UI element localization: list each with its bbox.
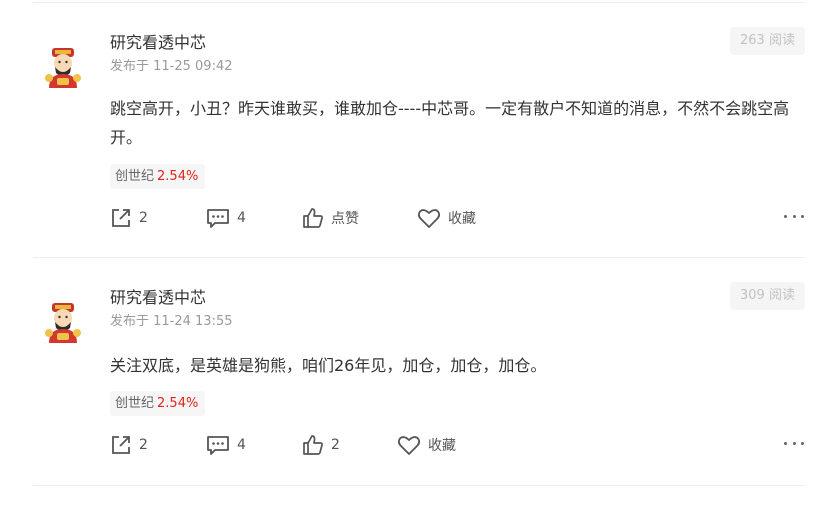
comment-icon xyxy=(207,436,229,455)
comment-count: 4 xyxy=(237,210,246,226)
stock-tag[interactable]: 创世纪 2.54% xyxy=(110,391,206,416)
like-icon xyxy=(303,435,323,455)
share-icon xyxy=(112,209,130,227)
share-count: 2 xyxy=(139,437,148,453)
like-label: 点赞 xyxy=(331,211,359,227)
like-button[interactable]: 2 xyxy=(302,432,340,458)
action-bar: 2 4 点赞 收藏 xyxy=(0,205,839,231)
stock-change: 2.54% xyxy=(157,396,199,411)
collect-button[interactable]: 收藏 xyxy=(397,432,456,458)
more-button[interactable] xyxy=(784,212,804,220)
comment-button[interactable]: 4 xyxy=(206,205,246,231)
stock-tag[interactable]: 创世纪 2.54% xyxy=(110,164,206,189)
like-button[interactable]: 点赞 xyxy=(302,205,359,231)
post-card: 研究看透中芯 发布于 11-24 13:55 309 阅读 关注双底，是英雄是狗… xyxy=(0,282,839,518)
like-count: 2 xyxy=(331,437,340,453)
share-button[interactable]: 2 xyxy=(110,205,148,231)
divider-top xyxy=(33,2,805,3)
collect-label: 收藏 xyxy=(448,211,476,227)
post-content[interactable]: 关注双底，是英雄是狗熊，咱们26年见，加仓，加仓，加仓。 xyxy=(110,351,810,380)
share-button[interactable]: 2 xyxy=(110,432,148,458)
avatar[interactable] xyxy=(43,47,83,89)
divider xyxy=(33,485,805,486)
comment-button[interactable]: 4 xyxy=(206,432,246,458)
heart-icon xyxy=(397,436,421,455)
stock-name: 创世纪 xyxy=(115,396,155,411)
divider xyxy=(33,257,805,258)
more-button[interactable] xyxy=(784,439,804,447)
author-name[interactable]: 研究看透中芯 xyxy=(110,33,206,53)
collect-label: 收藏 xyxy=(428,438,456,454)
action-bar: 2 4 2 收藏 xyxy=(0,432,839,458)
share-count: 2 xyxy=(139,210,148,226)
read-count-badge: 309 阅读 xyxy=(730,282,805,310)
author-name[interactable]: 研究看透中芯 xyxy=(110,288,206,308)
avatar[interactable] xyxy=(43,302,83,344)
comment-count: 4 xyxy=(237,437,246,453)
post-time: 发布于 11-25 09:42 xyxy=(110,59,233,74)
post-content[interactable]: 跳空高开，小丑？昨天谁敢买，谁敢加仓----中芯哥。一定有散户不知道的消息，不然… xyxy=(110,94,810,152)
stock-change: 2.54% xyxy=(157,169,199,184)
post-time: 发布于 11-24 13:55 xyxy=(110,314,233,329)
heart-icon xyxy=(417,209,441,228)
read-count-badge: 263 阅读 xyxy=(730,27,805,55)
collect-button[interactable]: 收藏 xyxy=(417,205,476,231)
stock-name: 创世纪 xyxy=(115,169,155,184)
post-card: 研究看透中芯 发布于 11-25 09:42 263 阅读 跳空高开，小丑？昨天… xyxy=(0,27,839,263)
avatar-caishen-icon xyxy=(45,303,81,343)
more-icon xyxy=(784,214,787,218)
more-icon xyxy=(784,441,787,445)
share-icon xyxy=(112,436,130,454)
avatar-caishen-icon xyxy=(45,48,81,88)
comment-icon xyxy=(207,209,229,228)
like-icon xyxy=(303,208,323,228)
